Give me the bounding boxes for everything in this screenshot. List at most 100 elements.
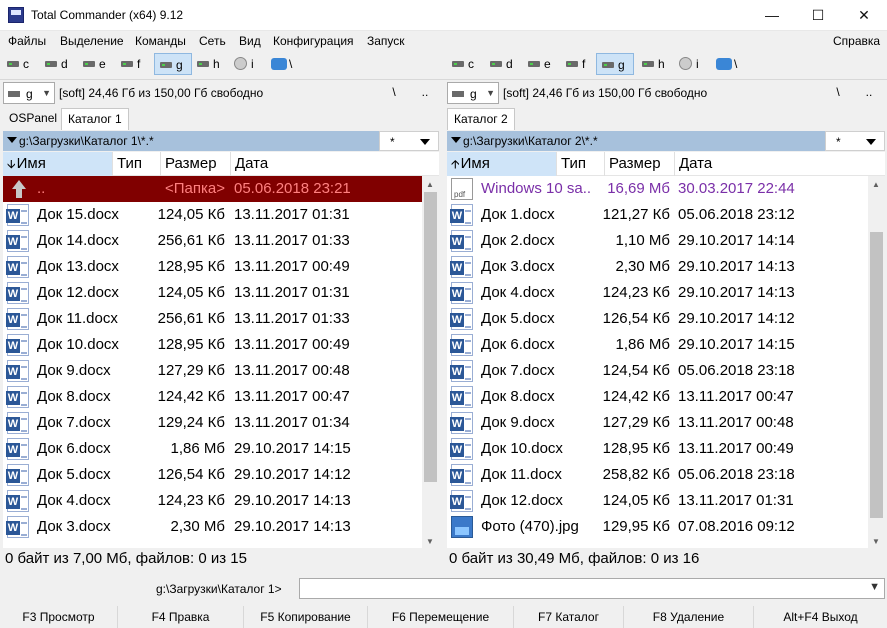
column-name[interactable]: 🡩Имя: [447, 152, 557, 176]
menu-files[interactable]: Файлы: [8, 34, 46, 48]
menu-configuration[interactable]: Конфигурация: [273, 34, 354, 48]
file-row[interactable]: Док 6.docx 1,86 Мб 29.10.2017 14:15: [3, 436, 422, 462]
history-dropdown-icon[interactable]: [7, 137, 17, 143]
file-row[interactable]: Док 12.docx 124,05 Кб 13.11.2017 01:31: [3, 280, 422, 306]
tab-catalog-2[interactable]: Каталог 2: [447, 108, 515, 130]
right-filter-select[interactable]: *: [825, 131, 885, 151]
file-row[interactable]: Док 12.docx 124,05 Кб 13.11.2017 01:31: [447, 488, 868, 514]
f8-delete-button[interactable]: F8 Удаление: [624, 606, 754, 628]
left-drive-e[interactable]: e: [78, 53, 116, 75]
right-up-button[interactable]: ..: [861, 85, 877, 99]
scroll-down-icon[interactable]: ▼: [426, 537, 434, 546]
scroll-up-icon[interactable]: ▲: [426, 180, 434, 189]
left-drive-select[interactable]: g ▼: [3, 82, 55, 104]
left-drive-i[interactable]: i: [230, 53, 268, 75]
word-doc-icon: [450, 360, 473, 382]
left-filter-select[interactable]: *: [379, 131, 439, 151]
file-row[interactable]: Док 11.docx 256,61 Кб 13.11.2017 01:33: [3, 306, 422, 332]
parent-dir-row[interactable]: .. <Папка> 05.06.2018 23:21: [3, 176, 422, 202]
f7-mkdir-button[interactable]: F7 Каталог: [514, 606, 624, 628]
file-row[interactable]: Док 10.docx 128,95 Кб 13.11.2017 00:49: [447, 436, 868, 462]
file-row[interactable]: Док 8.docx 124,42 Кб 13.11.2017 00:47: [447, 384, 868, 410]
right-drive-e[interactable]: e: [523, 53, 561, 75]
left-tabs: OSPanel Каталог 1: [3, 108, 439, 130]
column-size[interactable]: Размер: [605, 152, 675, 176]
menu-selection[interactable]: Выделение: [60, 34, 124, 48]
left-root-button[interactable]: \: [386, 85, 402, 99]
left-scrollbar[interactable]: ▲ ▼: [422, 176, 439, 548]
file-row[interactable]: Док 3.docx 2,30 Мб 29.10.2017 14:13: [447, 254, 868, 280]
file-row[interactable]: Windows 10 sa.. 16,69 Мб 30.03.2017 22:44: [447, 176, 868, 202]
column-date[interactable]: Дата: [231, 152, 439, 176]
column-name[interactable]: 🡫Имя: [3, 152, 113, 176]
left-drive-c[interactable]: c: [2, 53, 40, 75]
tab-catalog-1[interactable]: Каталог 1: [61, 108, 129, 130]
f6-move-button[interactable]: F6 Перемещение: [368, 606, 514, 628]
column-type[interactable]: Тип: [557, 152, 605, 176]
file-row[interactable]: Док 11.docx 258,82 Кб 05.06.2018 23:18: [447, 462, 868, 488]
chevron-down-icon[interactable]: ▼: [869, 581, 880, 593]
file-row[interactable]: Фото (470).jpg 129,95 Кб 07.08.2016 09:12: [447, 514, 868, 540]
maximize-button[interactable]: ☐: [795, 0, 841, 31]
right-drive-f[interactable]: f: [561, 53, 599, 75]
right-scrollbar[interactable]: ▲ ▼: [868, 176, 885, 548]
app-icon: [8, 7, 24, 23]
file-row[interactable]: Док 4.docx 124,23 Кб 29.10.2017 14:13: [3, 488, 422, 514]
left-path-bar[interactable]: g:\Загрузки\Каталог 1\*.* *: [3, 131, 439, 151]
right-drive-i[interactable]: i: [675, 53, 713, 75]
file-row[interactable]: Док 14.docx 256,61 Кб 13.11.2017 01:33: [3, 228, 422, 254]
column-size[interactable]: Размер: [161, 152, 231, 176]
menu-network[interactable]: Сеть: [199, 34, 226, 48]
file-row[interactable]: Док 2.docx 1,10 Мб 29.10.2017 14:14: [447, 228, 868, 254]
command-line-input[interactable]: ▼: [299, 578, 885, 599]
file-row[interactable]: Док 15.docx 124,05 Кб 13.11.2017 01:31: [3, 202, 422, 228]
right-drive-c[interactable]: c: [447, 53, 485, 75]
column-date[interactable]: Дата: [675, 152, 885, 176]
f5-copy-button[interactable]: F5 Копирование: [244, 606, 368, 628]
menu-launch[interactable]: Запуск: [367, 34, 405, 48]
file-row[interactable]: Док 7.docx 124,54 Кб 05.06.2018 23:18: [447, 358, 868, 384]
history-dropdown-icon[interactable]: [451, 137, 461, 143]
file-date: 05.06.2018 23:18: [678, 466, 795, 483]
left-drive-g[interactable]: g: [154, 53, 192, 75]
right-drive-select[interactable]: g ▼: [447, 82, 499, 104]
altf4-exit-button[interactable]: Alt+F4 Выход: [754, 606, 887, 628]
menu-view[interactable]: Вид: [239, 34, 261, 48]
left-drive-h[interactable]: h: [192, 53, 230, 75]
file-row[interactable]: Док 9.docx 127,29 Кб 13.11.2017 00:48: [447, 410, 868, 436]
file-row[interactable]: Док 10.docx 128,95 Кб 13.11.2017 00:49: [3, 332, 422, 358]
file-row[interactable]: Док 5.docx 126,54 Кб 29.10.2017 14:12: [3, 462, 422, 488]
left-drive-d[interactable]: d: [40, 53, 78, 75]
column-type[interactable]: Тип: [113, 152, 161, 176]
file-row[interactable]: Док 6.docx 1,86 Мб 29.10.2017 14:15: [447, 332, 868, 358]
file-row[interactable]: Док 9.docx 127,29 Кб 13.11.2017 00:48: [3, 358, 422, 384]
file-row[interactable]: Док 3.docx 2,30 Мб 29.10.2017 14:13: [3, 514, 422, 540]
left-up-button[interactable]: ..: [417, 85, 433, 99]
f3-view-button[interactable]: F3 Просмотр: [0, 606, 118, 628]
minimize-button[interactable]: —: [749, 0, 795, 31]
file-row[interactable]: Док 13.docx 128,95 Кб 13.11.2017 00:49: [3, 254, 422, 280]
scroll-down-icon[interactable]: ▼: [872, 537, 880, 546]
right-drive-d[interactable]: d: [485, 53, 523, 75]
left-drive-network[interactable]: \: [268, 53, 306, 75]
scrollbar-thumb[interactable]: [424, 192, 437, 482]
right-drive-g[interactable]: g: [596, 53, 634, 75]
right-drive-h[interactable]: h: [637, 53, 675, 75]
right-drive-network[interactable]: \: [713, 53, 751, 75]
file-row[interactable]: Док 5.docx 126,54 Кб 29.10.2017 14:12: [447, 306, 868, 332]
right-path-bar[interactable]: g:\Загрузки\Каталог 2\*.* *: [447, 131, 885, 151]
panel-divider[interactable]: [441, 82, 444, 574]
file-row[interactable]: Док 7.docx 129,24 Кб 13.11.2017 01:34: [3, 410, 422, 436]
menu-help[interactable]: Справка: [833, 34, 880, 48]
file-row[interactable]: Док 4.docx 124,23 Кб 29.10.2017 14:13: [447, 280, 868, 306]
scrollbar-thumb[interactable]: [870, 232, 883, 518]
left-drive-f[interactable]: f: [116, 53, 154, 75]
tab-ospanel[interactable]: OSPanel: [3, 108, 63, 130]
close-button[interactable]: ✕: [841, 0, 887, 31]
right-root-button[interactable]: \: [830, 85, 846, 99]
file-row[interactable]: Док 8.docx 124,42 Кб 13.11.2017 00:47: [3, 384, 422, 410]
menu-commands[interactable]: Команды: [135, 34, 186, 48]
file-row[interactable]: Док 1.docx 121,27 Кб 05.06.2018 23:12: [447, 202, 868, 228]
f4-edit-button[interactable]: F4 Правка: [118, 606, 244, 628]
scroll-up-icon[interactable]: ▲: [872, 180, 880, 189]
